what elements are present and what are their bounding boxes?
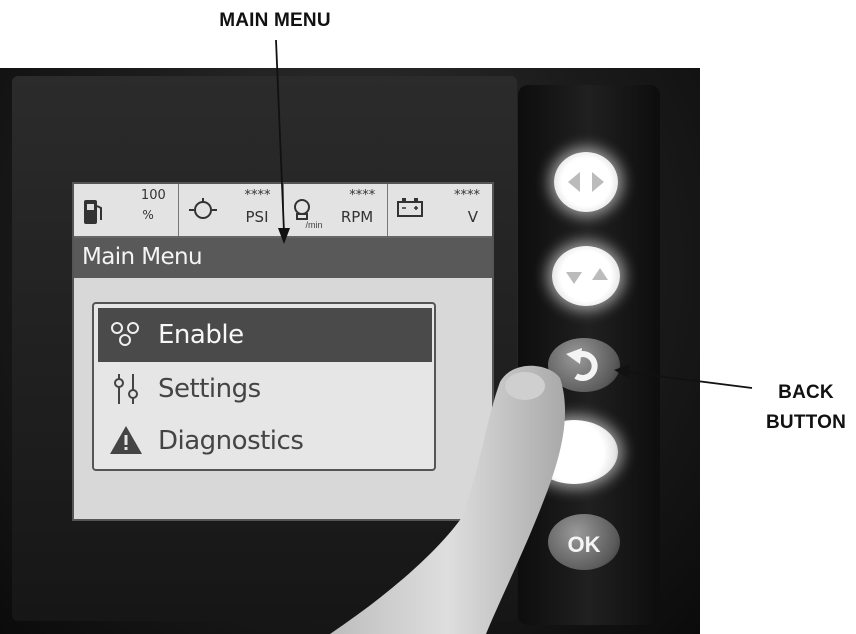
speed-unit: RPM [340,208,374,226]
settings-sliders-icon [114,374,138,404]
screen-title: Main Menu [82,244,203,270]
up-down-button[interactable] [554,152,618,212]
main-menu-callout: MAIN MENU [219,10,331,31]
warning-triangle-icon [110,426,142,454]
blank-button[interactable] [530,420,618,484]
lcd-screen: 100 % **** PSI /min **** RPM **** V Main… [72,182,494,521]
battery-value: **** [454,188,480,203]
fuel-pump-icon [84,200,102,224]
fuel-value: 100 [140,188,166,203]
back-button[interactable] [548,338,620,392]
menu-item-settings[interactable]: Settings [98,362,432,416]
status-bar: 100 % **** PSI /min **** RPM **** V [74,184,492,238]
fuel-unit: % [142,208,154,222]
enable-icon [111,322,139,346]
status-speed: /min **** RPM [284,184,389,236]
speed-sub-unit: /min [305,220,323,230]
menu-item-diagnostics[interactable]: Diagnostics [98,414,432,468]
battery-unit: V [467,208,478,226]
engine-icon [293,199,310,220]
speed-value: **** [349,188,376,203]
menu-list: Enable Settings Diagnostics [92,302,436,471]
left-right-arrows-icon [566,268,608,284]
menu-item-label: Enable [158,320,244,350]
pressure-value: **** [244,188,271,203]
left-right-button[interactable] [552,246,620,306]
menu-item-label: Diagnostics [158,426,304,456]
back-callout-line1: BACK [778,382,834,403]
ok-button[interactable]: OK [548,514,620,570]
pressure-unit: PSI [245,208,269,226]
status-pressure: **** PSI [179,184,284,236]
oil-pressure-icon [188,198,217,219]
back-callout-line2: BUTTON [765,412,846,433]
status-battery: **** V [388,184,492,236]
up-down-arrows-icon [568,172,604,192]
back-button-callout: BACK BUTTON [756,378,856,438]
ok-label: OK [567,532,601,557]
battery-icon [397,198,424,217]
back-arrow-icon [566,348,598,381]
menu-item-enable[interactable]: Enable [98,308,432,362]
menu-item-label: Settings [158,374,261,404]
status-fuel: 100 % [74,184,179,236]
screen-title-bar: Main Menu [74,238,492,278]
